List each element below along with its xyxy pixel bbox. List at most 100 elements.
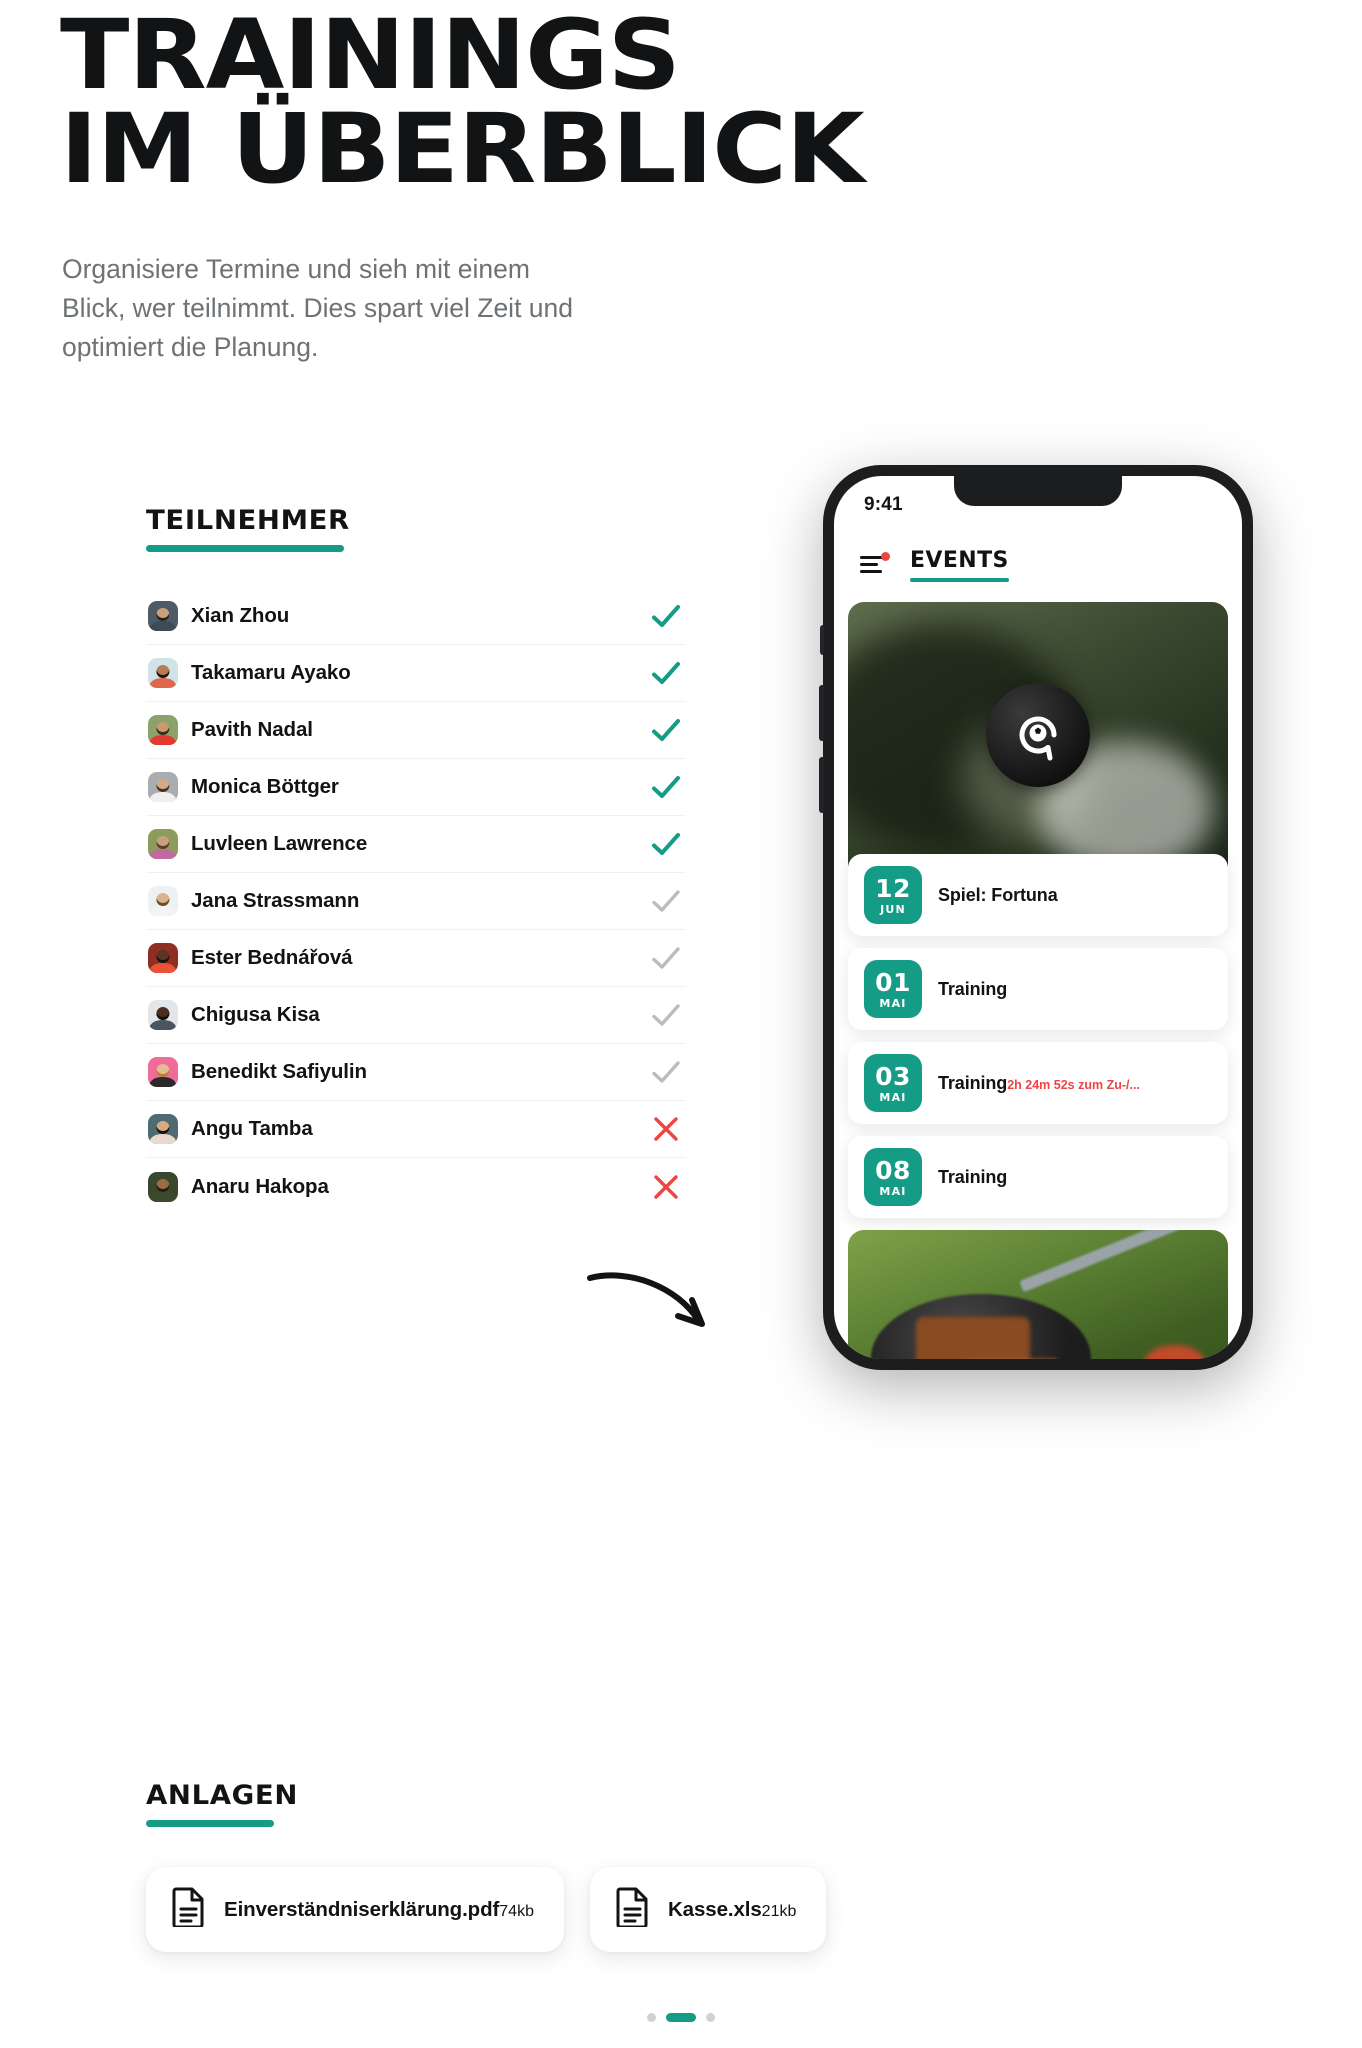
participant-row[interactable]: Chigusa Kisa <box>146 987 686 1044</box>
phone-mockup: 9:41 EVENTS 12 JUN Spiel: Fortuna 01 MAI… <box>819 465 1253 1370</box>
attachment-card[interactable]: Kasse.xls21kb <box>589 1867 827 1952</box>
event-info: Spiel: Fortuna <box>938 885 1058 906</box>
event-row[interactable]: 12 JUN Spiel: Fortuna <box>848 854 1228 936</box>
event-row[interactable]: 08 MAI Training <box>848 1136 1228 1218</box>
event-date-badge: 12 JUN <box>864 866 922 924</box>
avatar-body <box>149 620 177 631</box>
event-list: 12 JUN Spiel: Fortuna 01 MAI Training 03 MAI Tra… <box>834 854 1242 1218</box>
participants-heading-wrap: TEILNEHMER <box>146 505 349 552</box>
status-bar-clock: 9:41 <box>864 494 903 515</box>
tab-events[interactable]: EVENTS <box>910 548 1009 582</box>
subtitle-text: Organisiere Termine und sieh mit einem B… <box>62 254 574 363</box>
event-day: 03 <box>875 1061 911 1091</box>
participant-row[interactable]: Takamaru Ayako <box>146 645 686 702</box>
event-date-badge: 03 MAI <box>864 1054 922 1112</box>
avatar <box>148 1114 178 1144</box>
avatar <box>148 658 178 688</box>
attachment-card-list: Einverständniserklärung.pdf74kb Kasse.xls… <box>146 1867 866 1952</box>
headline-line-2: IM ÜBERBLICK <box>60 93 865 206</box>
event-day: 08 <box>875 1155 911 1185</box>
app-top-bar: EVENTS <box>834 534 1242 596</box>
avatar <box>148 943 178 973</box>
participant-name: Pavith Nadal <box>191 718 313 741</box>
event-row[interactable]: 03 MAI Training2h 24m 52s zum Zu-/... <box>848 1042 1228 1124</box>
pagination[interactable] <box>0 2013 1362 2022</box>
pagination-dot[interactable] <box>647 2013 656 2022</box>
participant-status-pending-icon[interactable] <box>646 884 686 918</box>
participant-status-accepted-icon[interactable] <box>646 599 686 633</box>
avatar-body <box>149 905 177 916</box>
pagination-dot-active[interactable] <box>666 2013 696 2022</box>
avatar-body <box>149 1133 177 1144</box>
avatar-head <box>156 836 170 850</box>
event-date-badge: 08 MAI <box>864 1148 922 1206</box>
event-row[interactable]: 01 MAI Training <box>848 948 1228 1030</box>
attachment-size: 74kb <box>499 1902 534 1920</box>
pagination-dot[interactable] <box>706 2013 715 2022</box>
avatar <box>148 1171 178 1202</box>
participant-status-pending-icon[interactable] <box>646 998 686 1032</box>
attachments-heading-underline <box>146 1820 274 1827</box>
attachment-size: 21kb <box>761 1902 797 1920</box>
menu-icon[interactable] <box>860 552 890 574</box>
participant-name: Benedikt Safiyulin <box>191 1060 367 1083</box>
participant-name: Monica Böttger <box>191 775 339 798</box>
participant-status-accepted-icon[interactable] <box>646 770 686 804</box>
tab-events-label: EVENTS <box>910 548 1009 573</box>
avatar-body <box>149 1076 177 1087</box>
notification-badge-icon <box>881 552 890 561</box>
participants-heading-underline <box>146 545 344 552</box>
attachments-section: ANLAGEN Einverständniserklärung.pdf74kb K… <box>146 1780 866 1952</box>
participant-row[interactable]: Anaru Hakopa <box>146 1158 686 1215</box>
participant-status-declined-icon[interactable] <box>646 1112 686 1146</box>
event-title: Training <box>938 978 1008 999</box>
event-title: Training <box>938 1072 1008 1093</box>
participant-row[interactable]: Pavith Nadal <box>146 702 686 759</box>
phone-volume-down-button <box>819 757 824 813</box>
participant-status-pending-icon[interactable] <box>646 941 686 975</box>
phone-volume-up-button <box>819 685 824 741</box>
event-month: MAI <box>879 1090 907 1104</box>
participant-status-pending-icon[interactable] <box>646 1055 686 1089</box>
attachment-name: Einverständniserklärung.pdf <box>224 1897 500 1921</box>
avatar-body <box>149 677 177 688</box>
event-date-badge: 01 MAI <box>864 960 922 1018</box>
avatar-head <box>156 608 170 622</box>
event-info: Training <box>938 979 1007 1000</box>
document-icon <box>172 1887 206 1932</box>
participant-row[interactable]: Xian Zhou <box>146 588 686 645</box>
participants-heading: TEILNEHMER <box>146 505 350 536</box>
curved-arrow-icon <box>587 1272 705 1327</box>
avatar-head <box>156 779 170 793</box>
event-month: MAI <box>879 996 907 1010</box>
participant-row[interactable]: Jana Strassmann <box>146 873 686 930</box>
participant-name: Luvleen Lawrence <box>191 832 368 855</box>
event-month: MAI <box>879 1184 907 1198</box>
participant-row[interactable]: Luvleen Lawrence <box>146 816 686 873</box>
event-day: 01 <box>875 967 911 997</box>
document-icon <box>616 1887 650 1932</box>
participant-row[interactable]: Angu Tamba <box>146 1101 686 1158</box>
event-title: Training <box>938 1166 1008 1187</box>
participant-row[interactable]: Ester Bednářová <box>146 930 686 987</box>
attachment-card[interactable]: Einverständniserklärung.pdf74kb <box>146 1867 564 1952</box>
participant-name: Ester Bednářová <box>191 946 353 969</box>
food-meat-1 <box>916 1317 1031 1359</box>
avatar <box>148 772 178 802</box>
participant-name: Angu Tamba <box>191 1117 313 1140</box>
avatar <box>148 1000 178 1030</box>
event-info: Training2h 24m 52s zum Zu-/... <box>938 1073 1140 1094</box>
page-title: TRAININGS IM ÜBERBLICK <box>60 7 1120 206</box>
event-countdown: 2h 24m 52s zum Zu-/... <box>1007 1077 1140 1092</box>
participant-status-accepted-icon[interactable] <box>646 656 686 690</box>
club-logo-icon <box>986 683 1090 788</box>
participant-row[interactable]: Benedikt Safiyulin <box>146 1044 686 1101</box>
food-veg-2 <box>1144 1345 1206 1359</box>
participant-status-accepted-icon[interactable] <box>646 827 686 861</box>
participant-status-accepted-icon[interactable] <box>646 713 686 747</box>
participant-row[interactable]: Monica Böttger <box>146 759 686 816</box>
participants-list: Xian Zhou Takamaru Ayako Pavith Nadal Monic… <box>146 588 686 1215</box>
avatar-head <box>156 950 170 964</box>
participant-status-declined-icon[interactable] <box>646 1170 686 1204</box>
slide-root: TRAININGS IM ÜBERBLICK Organisiere Termi… <box>0 0 1362 2048</box>
